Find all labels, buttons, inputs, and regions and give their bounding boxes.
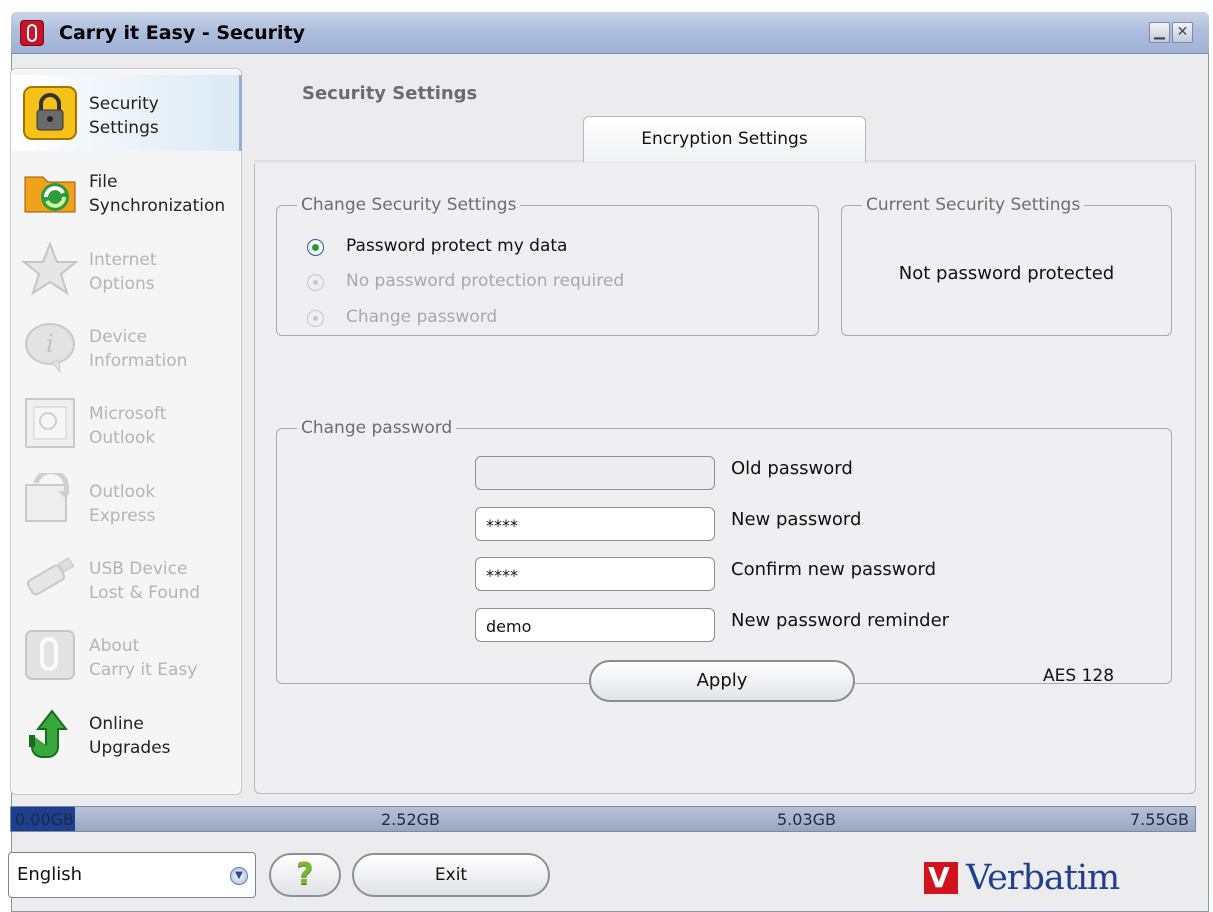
- sidebar-item-label: File Synchronization: [89, 170, 239, 218]
- sidebar-item-label: Outlook Express: [89, 480, 239, 528]
- sidebar-item-label-line1: Online: [89, 714, 144, 734]
- language-select[interactable]: English: [8, 852, 256, 898]
- confirm-password-label: Confirm new password: [731, 559, 937, 580]
- apply-button[interactable]: Apply: [589, 660, 855, 702]
- sidebar-item-label-line2: Synchronization: [89, 196, 226, 216]
- sidebar-item-label-line2: Express: [89, 506, 156, 526]
- sidebar-item-security-settings[interactable]: Security Settings: [12, 75, 242, 151]
- sidebar-item-label: Internet Options: [89, 248, 239, 296]
- chevron-down-icon[interactable]: ▼: [230, 867, 248, 885]
- sidebar-item-file-synchronization[interactable]: File Synchronization: [12, 153, 242, 229]
- change-security-legend: Change Security Settings: [301, 195, 517, 215]
- tab-encryption-settings[interactable]: Encryption Settings: [583, 116, 866, 162]
- password-reminder-field[interactable]: demo: [475, 608, 715, 642]
- change-password-legend: Change password: [301, 418, 453, 438]
- outlook-icon: [22, 395, 78, 451]
- outlook-express-icon: [22, 469, 78, 529]
- capacity-label-max: 7.55GB: [1130, 810, 1189, 829]
- padlock-icon: [22, 85, 78, 141]
- sidebar-item-label-line2: Outlook: [89, 428, 156, 448]
- svg-text:i: i: [46, 330, 54, 358]
- sidebar-item-label-line1: Microsoft: [89, 404, 167, 424]
- sidebar-item-label-line1: Security: [89, 94, 159, 114]
- folder-sync-icon: [22, 163, 78, 219]
- sidebar-item-online-upgrades[interactable]: Online Upgrades: [12, 695, 242, 771]
- new-password-field[interactable]: ****: [475, 507, 715, 541]
- change-password-group: Change password: [276, 418, 1172, 684]
- sidebar-item-label-line2: Information: [89, 351, 188, 371]
- help-button[interactable]: ?: [269, 853, 341, 897]
- sidebar-item-outlook-express[interactable]: Outlook Express: [12, 463, 242, 539]
- capacity-label-two-thirds: 5.03GB: [777, 810, 836, 829]
- sidebar-item-label: Device Information: [89, 325, 239, 373]
- radio-disabled-icon[interactable]: [307, 310, 324, 327]
- sidebar-item-device-information[interactable]: i Device Information: [12, 308, 242, 384]
- sidebar-item-microsoft-outlook[interactable]: Microsoft Outlook: [12, 385, 242, 461]
- current-security-legend: Current Security Settings: [866, 195, 1081, 215]
- star-icon: [21, 241, 79, 297]
- paperclip-icon: [22, 627, 78, 683]
- sidebar-item-internet-options[interactable]: Internet Options: [12, 231, 242, 307]
- sidebar-item-usb-device-lost-found[interactable]: USB Device Lost & Found: [12, 540, 242, 616]
- close-button[interactable]: ✕: [1172, 22, 1193, 43]
- verbatim-mark-icon: V: [924, 862, 958, 894]
- usb-drive-icon: [22, 550, 78, 606]
- sidebar-item-label: USB Device Lost & Found: [89, 557, 239, 605]
- app-logo-icon: [20, 20, 44, 46]
- radio-selected-icon[interactable]: [307, 239, 324, 256]
- confirm-password-field[interactable]: ****: [475, 557, 715, 591]
- sidebar-item-label-line1: Device: [89, 327, 148, 347]
- capacity-bar: 0.00GB 2.52GB 5.03GB 7.55GB: [10, 806, 1196, 832]
- sidebar-item-label-line1: Outlook: [89, 482, 156, 502]
- sidebar-item-label: Microsoft Outlook: [89, 402, 239, 450]
- title-bar: Carry it Easy - Security ▁ ✕: [11, 12, 1209, 54]
- radio-change-password-label: Change password: [346, 307, 498, 327]
- sidebar-item-label-line1: USB Device: [89, 559, 188, 579]
- new-password-label: New password: [731, 509, 862, 530]
- upgrade-arrow-icon: [22, 705, 78, 761]
- window-title: Carry it Easy - Security: [59, 22, 306, 44]
- sidebar-item-label: Security Settings: [89, 92, 239, 140]
- security-status-text: Not password protected: [898, 263, 1115, 284]
- sidebar-item-about-carry-it-easy[interactable]: About Carry it Easy: [12, 617, 242, 693]
- capacity-label-min: 0.00GB: [15, 810, 74, 829]
- sidebar: Security Settings File Synchronization Inter…: [10, 68, 242, 795]
- radio-no-password-label: No password protection required: [346, 271, 625, 291]
- old-password-field[interactable]: [475, 456, 715, 490]
- password-reminder-label: New password reminder: [731, 610, 950, 631]
- sidebar-item-label-line1: Internet: [89, 250, 157, 270]
- sidebar-item-label-line2: Lost & Found: [89, 583, 201, 603]
- sidebar-item-label: Online Upgrades: [89, 712, 239, 760]
- radio-disabled-icon[interactable]: [307, 274, 324, 291]
- minimize-button[interactable]: ▁: [1149, 22, 1170, 43]
- page-title: Security Settings: [302, 83, 478, 104]
- sidebar-item-label: About Carry it Easy: [89, 634, 239, 682]
- sidebar-item-label-line1: File: [89, 172, 118, 192]
- sidebar-item-label-line2: Settings: [89, 118, 159, 138]
- capacity-label-third: 2.52GB: [381, 810, 440, 829]
- radio-password-protect-label: Password protect my data: [346, 236, 568, 256]
- sidebar-item-label-line2: Upgrades: [89, 738, 171, 758]
- encryption-type: AES 128: [1043, 666, 1115, 686]
- old-password-label: Old password: [731, 458, 853, 479]
- question-mark-icon: ?: [296, 857, 314, 892]
- info-bubble-icon: i: [22, 318, 78, 374]
- exit-button[interactable]: Exit: [352, 853, 550, 897]
- verbatim-wordmark: Verbatim: [966, 858, 1120, 898]
- sidebar-item-label-line2: Options: [89, 274, 155, 294]
- sidebar-item-label-line1: About: [89, 636, 140, 656]
- sidebar-item-label-line2: Carry it Easy: [89, 660, 198, 680]
